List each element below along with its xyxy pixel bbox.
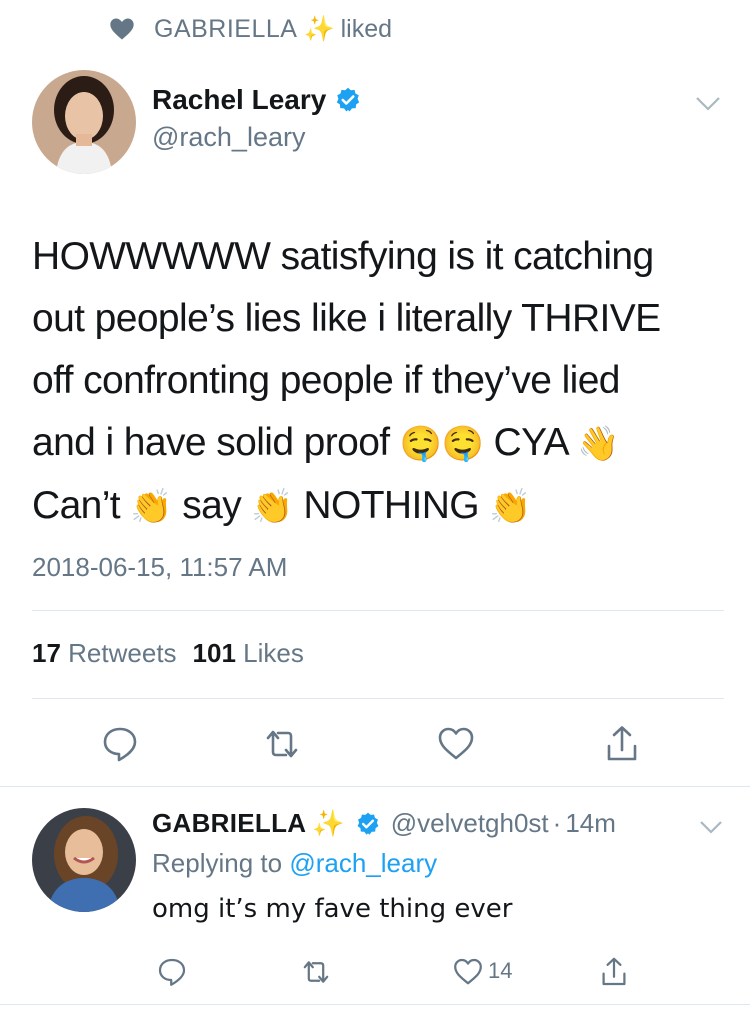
reply-icon[interactable] [100,724,140,764]
reply-text: omg it’s my fave thing ever [152,894,513,924]
divider [0,1004,750,1005]
tweet-text-line: HOWWWWW satisfying is it catching [32,235,654,278]
tweet-text: HOWWWWW satisfying is it catching out pe… [32,226,722,538]
share-icon[interactable] [598,956,630,988]
author-handle[interactable]: @rach_leary [152,122,305,153]
sparkle-emoji: ✨ [312,808,345,838]
like-count: 101 [192,638,236,668]
tweet-stats: 17 Retweets 101 Likes [32,638,304,669]
social-context-name[interactable]: GABRIELLA [154,15,297,44]
social-context-action: liked [340,14,393,43]
chevron-down-icon[interactable] [694,94,722,114]
like-icon[interactable] [436,724,476,764]
drooling-face-emoji: 🤤🤤 [399,424,484,464]
retweet-label: Retweets [68,638,177,668]
tweet-text-segment: say [182,484,242,527]
separator-dot: · [552,808,562,838]
divider [32,698,724,699]
tweet-timestamp[interactable]: 2018-06-15, 11:57 AM [32,552,287,583]
replying-to-mention[interactable]: @rach_leary [289,848,437,878]
replying-to: Replying to @rach_leary [152,848,437,879]
retweet-count: 17 [32,638,61,668]
tweet-text-segment: CYA [493,421,568,464]
replying-prefix: Replying to [152,848,283,878]
divider [0,786,750,787]
reply-action-bar: 14 [0,954,750,990]
share-icon[interactable] [602,724,642,764]
tweet-text-line: Can’t 👏 say 👏 NOTHING 👏 [32,475,722,538]
clapping-hands-emoji: 👏 [489,487,532,527]
tweet-text-line: and i have solid proof 🤤🤤 CYA 👋 [32,412,722,475]
retweet-stat[interactable]: 17 Retweets [32,638,177,669]
retweet-icon[interactable] [262,724,302,764]
reply-like-count: 14 [488,958,513,983]
tweet-text-line: out people’s lies like i literally THRIV… [32,297,661,340]
reply-author-avatar[interactable] [32,808,136,912]
verified-badge-icon [357,812,379,835]
reply-author-handle[interactable]: @velvetgh0st [391,808,549,839]
verified-badge-icon [337,87,360,112]
reply-author-name[interactable]: GABRIELLA [152,808,306,839]
author-name-text[interactable]: Rachel Leary [152,84,326,116]
sparkle-emoji: ✨ [303,14,335,43]
reply-header: GABRIELLA ✨ @velvetgh0st · 14m [152,808,616,839]
author-avatar[interactable] [32,70,136,174]
divider [32,610,724,611]
waving-hand-emoji: 👋 [577,424,619,464]
heart-icon [110,18,134,40]
tweet-text-segment: and i have solid proof [32,421,390,464]
tweet-text-segment: NOTHING [303,484,480,527]
author-name[interactable]: Rachel Leary [152,84,362,116]
tweet-text-line: off confronting people if they’ve lied [32,359,620,402]
social-context: GABRIELLA ✨ liked [108,12,392,46]
tweet-text-segment: Can’t [32,484,121,527]
clapping-hands-emoji: 👏 [251,487,294,527]
like-stat[interactable]: 101 Likes [193,638,304,669]
tweet-header: Rachel Leary @rach_leary [32,70,732,174]
like-icon[interactable] [452,956,484,988]
reply-icon[interactable] [156,956,188,988]
tweet-action-bar [0,716,750,766]
like-label: Likes [243,638,304,668]
chevron-down-icon[interactable] [698,818,724,836]
reply-time: 14m [565,808,616,838]
retweet-icon[interactable] [300,956,332,988]
clapping-hands-emoji: 👏 [130,487,173,527]
